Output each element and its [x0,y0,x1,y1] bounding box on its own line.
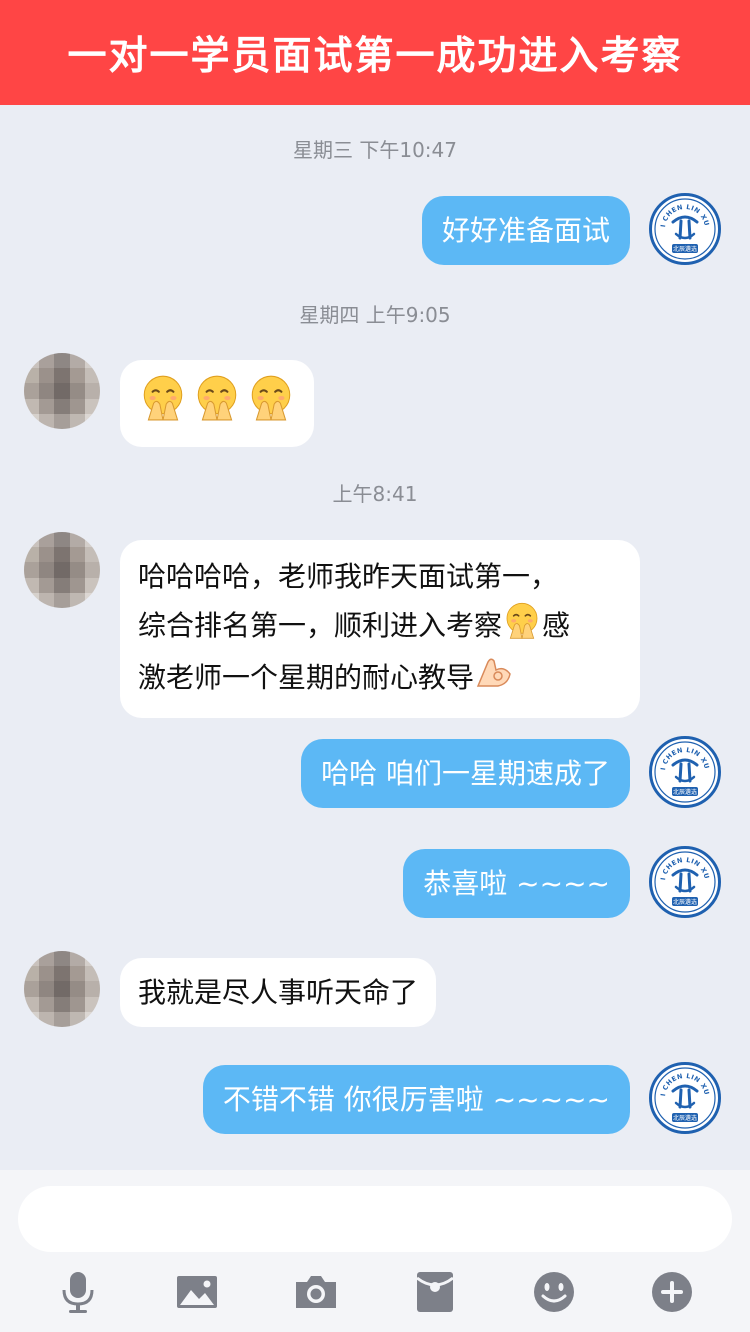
incoming-message-bubble[interactable]: 哈哈哈哈，老师我昨天面试第一， 综合排名第一，顺利进入考察感 激老师一个星期的耐… [120,540,640,718]
red-packet-icon[interactable] [413,1270,457,1314]
message-line: 综合排名第一，顺利进入考察感 [138,600,622,654]
self-avatar[interactable]: BEI CHEN LIN XUAN北辰遴选 [649,736,721,808]
outgoing-message-bubble[interactable]: 不错不错 你很厉害啦 ~~~~~ [202,1065,630,1134]
shush-face-emoji [138,372,188,435]
svg-text:北辰遴选: 北辰遴选 [673,898,697,906]
peer-avatar[interactable] [24,353,100,429]
timestamp: 星期四 上午9:05 [299,303,451,327]
incoming-message-bubble[interactable] [120,360,314,447]
message-line: 哈哈哈哈，老师我昨天面试第一， [138,560,559,593]
svg-text:北辰遴选: 北辰遴选 [673,1114,697,1122]
incoming-message-bubble[interactable]: 我就是尽人事听天命了 [120,958,437,1027]
composer-bar [0,1170,750,1332]
timestamp: 星期三 下午10:47 [293,138,457,162]
banner-title: 一对一学员面试第一成功进入考察 [67,33,683,79]
svg-text:北辰遴选: 北辰遴选 [673,788,697,796]
outgoing-message-bubble[interactable]: 哈哈 咱们一星期速成了 [301,739,630,808]
timestamp: 上午8:41 [332,482,418,506]
plus-icon[interactable] [650,1270,694,1314]
svg-text:北辰遴选: 北辰遴选 [673,245,697,253]
smiley-icon[interactable] [532,1270,576,1314]
peer-avatar[interactable] [24,532,100,608]
ok-hand-emoji [474,654,514,704]
peer-avatar[interactable] [24,951,100,1027]
header-banner: 一对一学员面试第一成功进入考察 [0,0,750,105]
image-icon[interactable] [175,1270,219,1314]
self-avatar[interactable]: BEI CHEN LIN XUAN北辰遴选 [649,193,721,265]
shush-face-emoji [246,372,296,435]
self-avatar[interactable]: BEI CHEN LIN XUAN北辰遴选 [649,846,721,918]
microphone-icon[interactable] [56,1270,100,1314]
hand-over-mouth-emoji [502,600,542,654]
message-input[interactable] [18,1186,732,1252]
outgoing-message-bubble[interactable]: 恭喜啦 ~~~~ [403,849,630,918]
message-line: 激老师一个星期的耐心教导 [138,654,622,704]
shush-face-emoji [192,372,242,435]
outgoing-message-bubble[interactable]: 好好准备面试 [421,196,630,265]
self-avatar[interactable]: BEI CHEN LIN XUAN北辰遴选 [649,1062,721,1134]
camera-icon[interactable] [294,1270,338,1314]
